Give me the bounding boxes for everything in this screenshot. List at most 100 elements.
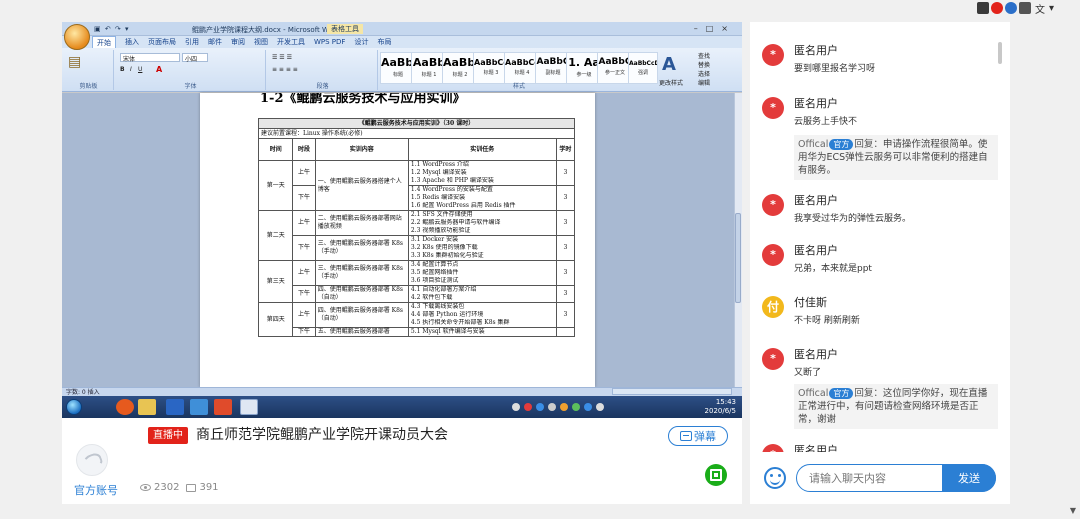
powerpoint-app-icon[interactable] <box>214 399 232 415</box>
chevron-down-icon[interactable]: ▾ <box>1049 3 1054 14</box>
word-doc-app-icon[interactable] <box>240 399 258 415</box>
align-icon[interactable]: ≡ ≡ ≡ ≡ <box>272 66 298 73</box>
sogou-icon[interactable] <box>990 2 1003 14</box>
tray-icon[interactable] <box>536 403 544 411</box>
zoom-slider[interactable] <box>612 388 732 395</box>
channel-logo-icon[interactable] <box>76 444 108 476</box>
chat-scrollbar[interactable] <box>998 42 1002 64</box>
hours-cell: 3 <box>555 260 576 286</box>
hours-cell: 3 <box>555 185 576 211</box>
clipboard-group: ▤ 剪贴板 <box>64 50 114 90</box>
select-button[interactable]: 选择 <box>698 70 738 79</box>
start-button-icon[interactable] <box>66 399 82 415</box>
window-controls[interactable]: –□× <box>694 24 736 33</box>
bold-icon[interactable]: B <box>120 66 125 73</box>
user-avatar: * <box>762 44 784 66</box>
word-app-icon[interactable] <box>166 399 184 415</box>
office-button-icon[interactable] <box>64 24 90 50</box>
comment-count: 391 <box>199 482 219 493</box>
ribbon-tab-mailings[interactable]: 邮件 <box>208 36 222 48</box>
send-button[interactable]: 发送 <box>942 464 996 492</box>
tray-icon[interactable] <box>512 403 520 411</box>
official-account-link[interactable]: 官方账号 <box>74 482 118 498</box>
language-label[interactable]: 文 <box>1035 1 1045 16</box>
table-subtitle: 建议前置课程：Linux 操作系统(必修) <box>258 128 575 139</box>
ribbon-tab-references[interactable]: 引用 <box>185 36 199 48</box>
folder-app-icon[interactable] <box>138 399 156 415</box>
ribbon-tab-insert[interactable]: 插入 <box>125 36 139 48</box>
browser-extension-bar: 文 ▾ <box>976 0 1054 16</box>
ribbon-tab-review[interactable]: 审阅 <box>231 36 245 48</box>
document-page[interactable]: 1-2《鲲鹏云服务技术与应用实训》 《鲲鹏云服务技术与应用实训》（30 课时） … <box>200 93 595 387</box>
user-avatar: * <box>762 348 784 370</box>
tray-icon[interactable] <box>584 403 592 411</box>
font-name-select[interactable]: 宋体 <box>120 53 180 63</box>
list-icon[interactable]: ☰ ☰ ☰ <box>272 54 292 61</box>
live-info-area: 直播中 商丘师范学院鲲鹏产业学院开课动员大会 弹幕 官方账号 2302 391 <box>62 418 742 504</box>
extension-icon[interactable] <box>976 2 989 14</box>
ribbon-tab-design[interactable]: 设计 <box>354 36 368 48</box>
content-cell: 四、使用鲲鹏云服务器部署 K8s（自动） <box>314 302 409 328</box>
tray-icon[interactable] <box>548 403 556 411</box>
vertical-scrollbar[interactable] <box>734 93 742 387</box>
video-player[interactable]: ▣ ↶ ↷ ▾ 鲲鹏产业学院课程大纲.docx - Microsoft Word… <box>62 22 742 418</box>
browser-app-icon[interactable] <box>116 399 134 415</box>
message-text: 又断了 <box>794 368 822 378</box>
scroll-down-icon[interactable]: ▼ <box>1070 506 1076 515</box>
qr-code-icon[interactable] <box>705 464 727 486</box>
underline-icon[interactable]: U <box>138 66 142 73</box>
task-cell: 1.4 WordPress 的安装与配置 1.5 Redis 编译安装 1.6 配置… <box>407 185 557 211</box>
font-color-icon[interactable]: A <box>156 65 162 74</box>
quick-access-toolbar[interactable]: ▣ ↶ ↷ ▾ <box>94 25 130 33</box>
message-author: 匿名用户 <box>794 244 838 257</box>
reply-author: Offical <box>798 388 829 399</box>
comments-icon <box>186 483 197 492</box>
ribbon-tab-table-layout[interactable]: 布局 <box>377 36 391 48</box>
user-avatar: * <box>762 97 784 119</box>
style-item[interactable]: AaBbCcDd强调 <box>628 52 658 84</box>
day-cell: 第二天 <box>257 210 294 261</box>
hours-cell <box>555 327 576 337</box>
tray-icon[interactable] <box>596 403 604 411</box>
tray-icon[interactable] <box>524 403 532 411</box>
slot-cell: 下午 <box>292 285 316 303</box>
slot-cell: 上午 <box>292 302 316 328</box>
slot-cell: 上午 <box>292 210 316 236</box>
italic-icon[interactable]: I <box>130 66 132 73</box>
windows-taskbar: 15:43 2020/6/5 <box>62 396 742 418</box>
find-button[interactable]: 查找 <box>698 52 738 61</box>
change-styles-label: 更改样式 <box>659 80 684 87</box>
live-title: 商丘师范学院鲲鹏产业学院开课动员大会 <box>196 427 448 443</box>
ribbon-tab-wps-pdf[interactable]: WPS PDF <box>314 36 345 48</box>
danmu-label: 弹幕 <box>694 430 716 443</box>
reply-label: 回复： <box>854 388 883 399</box>
ribbon-tab-developer[interactable]: 开发工具 <box>277 36 305 48</box>
course-table: 《鲲鹏云服务技术与应用实训》（30 课时） 建议前置课程：Linux 操作系统(… <box>257 118 576 337</box>
ribbon-tab-home[interactable]: 开始 <box>92 36 116 48</box>
tray-icon[interactable] <box>572 403 580 411</box>
hours-cell: 3 <box>555 285 576 303</box>
chat-panel: * 匿名用户 要到哪里报名学习呀 * 匿名用户 云服务上手快不 Offical 官… <box>750 22 1010 504</box>
change-styles-icon[interactable]: A <box>662 54 676 75</box>
tray-icon[interactable] <box>560 403 568 411</box>
table-row: 第一天 上午 一、使用鲲鹏云服务器搭建个人博客 1.1 WordPress 介绍… <box>257 160 576 211</box>
group-label: 样式 <box>512 83 525 90</box>
table-row: 第三天 上午 三、使用鲲鹏云服务器部署 K8s（手动） 3.4 配置计算节点 3.… <box>257 260 576 303</box>
meeting-app-icon[interactable] <box>190 399 208 415</box>
ribbon-tab-view[interactable]: 视图 <box>254 36 268 48</box>
menu-icon[interactable] <box>1018 2 1031 14</box>
emoji-icon[interactable] <box>764 467 786 489</box>
styles-group: AaBbC标题 AaBb标题 1 AaBb(标题 2 AaBbCc标题 3 Aa… <box>380 50 658 90</box>
official-tag: 官方 <box>829 388 854 399</box>
danmu-toggle-button[interactable]: 弹幕 <box>668 426 728 446</box>
live-player-panel: ▣ ↶ ↷ ▾ 鲲鹏产业学院课程大纲.docx - Microsoft Word… <box>62 22 742 504</box>
font-size-select[interactable]: 小四 <box>182 53 208 63</box>
word-title-bar: ▣ ↶ ↷ ▾ 鲲鹏产业学院课程大纲.docx - Microsoft Word… <box>62 22 742 36</box>
group-label: 字体 <box>184 83 197 90</box>
task-cell: 3.4 配置计算节点 3.5 配置网络插件 3.6 项目验证测试 <box>407 260 557 286</box>
replace-button[interactable]: 替换 <box>698 61 738 70</box>
ribbon-tab-layout[interactable]: 页面布局 <box>148 36 176 48</box>
paste-icon[interactable]: ▤ <box>68 54 81 70</box>
help-icon[interactable] <box>1004 2 1017 14</box>
scrollbar-thumb[interactable] <box>735 213 741 303</box>
